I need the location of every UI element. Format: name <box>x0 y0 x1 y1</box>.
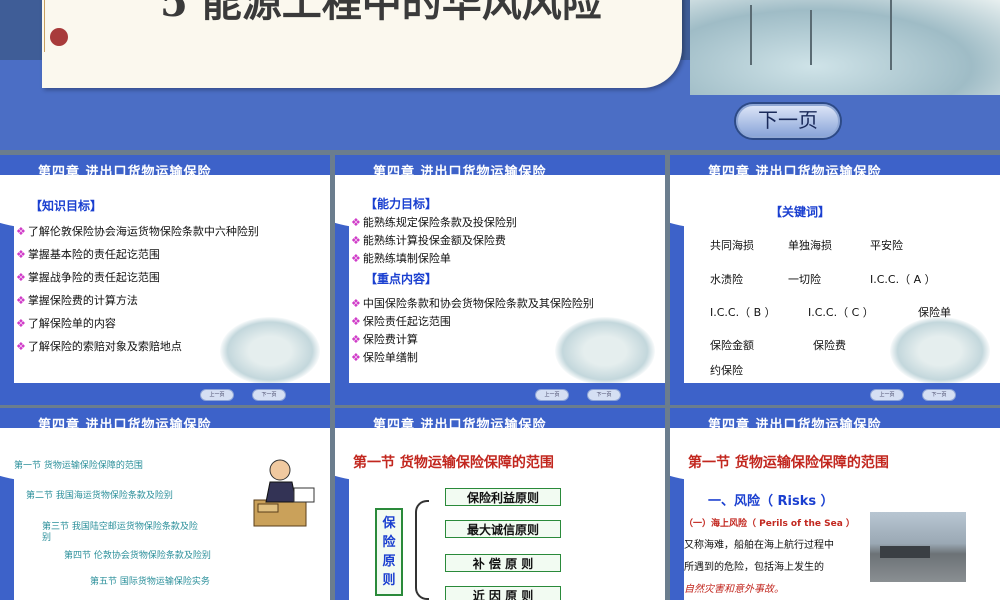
principle-box: 近 因 原 则 <box>445 586 561 600</box>
list-item: ❖ 了解保险的索赔对象及索赔地点 <box>16 340 182 353</box>
winter-scene-image <box>220 317 320 385</box>
list-item: ❖ 掌握保险费的计算方法 <box>16 294 138 307</box>
body-text: 又称海难，船舶在海上航行过程中 <box>684 540 834 551</box>
chapter-title: 第四章 进出口货物运输保险 <box>373 165 547 180</box>
principle-box: 补 偿 原 则 <box>445 554 561 572</box>
slide-thumbnail-4[interactable]: 第四章 进出口货物运输保险 第一节 货物运输保险保障的范围 第二节 我国海运货物… <box>0 408 330 600</box>
chapter-title: 第四章 进出口货物运输保险 <box>38 418 212 433</box>
slide-thumbnail-5[interactable]: 第四章 进出口货物运输保险 第一节 货物运输保险保障的范围 保险原则 保险利益原… <box>335 408 665 600</box>
section-link-1[interactable]: 第一节 货物运输保险保障的范围 <box>14 458 143 471</box>
list-item: ❖ 保险责任起讫范围 <box>351 315 451 328</box>
list-item: ❖ 能熟练填制保险单 <box>351 252 451 265</box>
keyword: 共同海损 <box>710 239 754 252</box>
slide-thumbnail-2[interactable]: 第四章 进出口货物运输保险 【能力目标】 ❖ 能熟练规定保险条款及投保险别 ❖ 能熟… <box>335 155 665 405</box>
next-page-button[interactable]: 下一页 <box>736 104 840 138</box>
slide-thumbnail-1[interactable]: 第四章 进出口货物运输保险 【知识目标】 ❖ 了解伦敦保险协会海运货物保险条款中六… <box>0 155 330 405</box>
chapter-title: 第四章 进出口货物运输保险 <box>38 165 212 180</box>
keyword: 约保险 <box>710 364 743 377</box>
keyword: 保险金额 <box>710 339 754 352</box>
keyword: 平安险 <box>870 239 903 252</box>
list-item: ❖ 中国保险条款和协会货物保险条款及其保险险别 <box>351 297 594 310</box>
keyword: 一切险 <box>788 273 821 286</box>
shipwreck-photo <box>870 512 966 582</box>
section-link-3-cont[interactable]: 别 <box>42 530 51 543</box>
principle-box: 最大诚信原则 <box>445 520 561 538</box>
section-link-5[interactable]: 第五节 国际货物运输保险实务 <box>90 574 210 587</box>
list-item: ❖ 能熟练规定保险条款及投保险别 <box>351 216 517 229</box>
key-content-heading: 【重点内容】 <box>365 272 438 286</box>
chapter-title: 第四章 进出口货物运输保险 <box>708 165 882 180</box>
keyword: I.C.C.（ C ） <box>808 306 874 319</box>
principle-box: 保险利益原则 <box>445 488 561 506</box>
banner-title: 5 能源工程中的华风风险 <box>160 0 602 26</box>
next-button[interactable]: 下一页 <box>252 389 286 401</box>
prev-button[interactable]: 上一页 <box>535 389 569 401</box>
chapter-title: 第四章 进出口货物运输保险 <box>373 418 547 433</box>
section-link-2[interactable]: 第二节 我国海运货物保险条款及险别 <box>26 488 173 501</box>
banner-dot <box>50 28 68 46</box>
winter-scene-image <box>890 317 990 385</box>
banner-line <box>44 0 45 52</box>
list-item: ❖ 掌握基本险的责任起讫范围 <box>16 248 160 261</box>
keyword: 保险费 <box>813 339 846 352</box>
prev-button[interactable]: 上一页 <box>200 389 234 401</box>
body-text: 自然灾害和意外事故。 <box>684 584 784 595</box>
keyword: 水渍险 <box>710 273 743 286</box>
ability-goal-heading: 【能力目标】 <box>365 197 438 211</box>
slide-thumbnail-6[interactable]: 第四章 进出口货物运输保险 第一节 货物运输保险保障的范围 一、风险（ Risk… <box>670 408 1000 600</box>
winter-scene-image <box>690 0 1000 95</box>
list-item: ❖ 保险单缮制 <box>351 351 418 364</box>
slide-thumbnail-3[interactable]: 第四章 进出口货物运输保险 【关键词】 共同海损 单独海损 平安险 水渍险 一切… <box>670 155 1000 405</box>
keywords-heading: 【关键词】 <box>770 205 831 219</box>
bracket <box>415 500 429 600</box>
section-title: 第一节 货物运输保险保障的范围 <box>353 455 554 471</box>
keyword: I.C.C.（ B ） <box>710 306 776 319</box>
next-button[interactable]: 下一页 <box>922 389 956 401</box>
principles-side-box: 保险原则 <box>375 508 403 596</box>
knowledge-goal-heading: 【知识目标】 <box>30 199 103 213</box>
section-title: 第一节 货物运输保险保障的范围 <box>688 455 889 471</box>
list-item: ❖ 能熟练计算投保金额及保险费 <box>351 234 506 247</box>
list-item: ❖ 保险费计算 <box>351 333 418 346</box>
worker-at-desk-image <box>248 452 322 530</box>
sea-peril-heading: （一）海上风险（ Perils of the Sea ） <box>684 519 855 529</box>
winter-scene-image <box>555 317 655 385</box>
list-item: ❖ 了解伦敦保险协会海运货物保险条款中六种险别 <box>16 225 259 238</box>
body-text: 所遇到的危险，包括海上发生的 <box>684 562 824 573</box>
keyword: I.C.C.（ A ） <box>870 273 936 286</box>
section-link-3[interactable]: 第三节 我国陆空邮运货物保险条款及险 <box>42 519 198 532</box>
risk-heading: 一、风险（ Risks ） <box>708 494 834 509</box>
prev-button[interactable]: 上一页 <box>870 389 904 401</box>
keyword: 单独海损 <box>788 239 832 252</box>
list-item: ❖ 了解保险单的内容 <box>16 317 116 330</box>
section-link-4[interactable]: 第四节 伦敦协会货物保险条款及险别 <box>64 548 211 561</box>
title-banner: 5 能源工程中的华风风险 下一页 <box>0 0 1000 150</box>
list-item: ❖ 掌握战争险的责任起讫范围 <box>16 271 160 284</box>
next-button[interactable]: 下一页 <box>587 389 621 401</box>
chapter-title: 第四章 进出口货物运输保险 <box>708 418 882 433</box>
